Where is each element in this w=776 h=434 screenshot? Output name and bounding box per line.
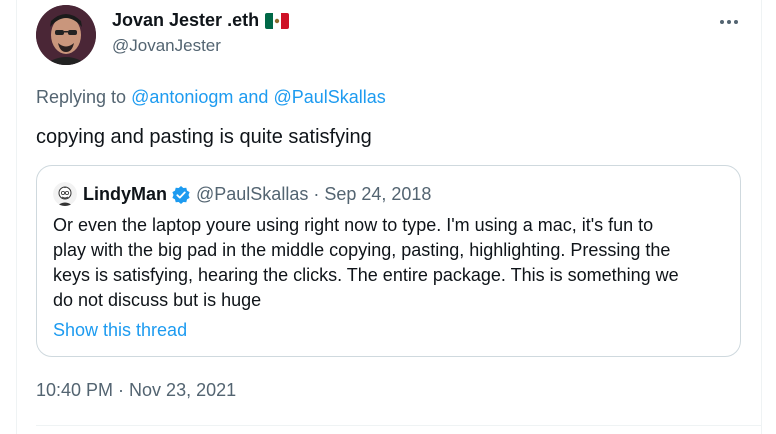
replying-conjunction[interactable]: and	[233, 87, 273, 107]
quote-text-line: do not discuss but is huge	[53, 290, 262, 310]
replying-prefix: Replying to	[36, 87, 132, 107]
tweet-timestamp[interactable]: 10:40 PM · Nov 23, 2021	[36, 380, 236, 401]
quote-author-name: LindyMan	[83, 184, 167, 204]
author-handle[interactable]: @JovanJester	[112, 36, 221, 56]
quote-text-line: Or even the laptop youre using right now…	[53, 215, 654, 235]
quote-author-avatar	[53, 182, 77, 206]
quote-meta: @PaulSkallas · Sep 24, 2018	[196, 184, 432, 204]
quote-header: LindyMan @PaulSkallas · Sep 24, 2018	[83, 184, 431, 205]
quote-text-line: keys is satisfying, hearing the clicks. …	[53, 265, 679, 285]
more-horizontal-icon	[719, 12, 739, 30]
author-avatar[interactable]	[36, 5, 96, 65]
quote-text: Or even the laptop youre using right now…	[53, 213, 733, 313]
author-name[interactable]: Jovan Jester .eth	[112, 10, 290, 31]
show-thread-link[interactable]: Show this thread	[53, 320, 187, 341]
mexico-flag-icon	[265, 12, 290, 29]
more-options-button[interactable]	[715, 10, 743, 32]
tweet-card: Jovan Jester .eth @JovanJester Replying …	[16, 0, 762, 434]
tweet-text: copying and pasting is quite satisfying	[36, 126, 372, 148]
divider	[36, 425, 761, 426]
quoted-tweet[interactable]: LindyMan @PaulSkallas · Sep 24, 2018 Or …	[36, 165, 741, 357]
quote-text-line: play with the big pad in the middle copy…	[53, 240, 671, 260]
author-name-text: Jovan Jester .eth	[112, 10, 260, 30]
replying-to: Replying to @antoniogm and @PaulSkallas	[36, 87, 386, 108]
reply-user-link-antoniogm[interactable]: @antoniogm	[131, 87, 233, 107]
reply-user-link-paulskallas[interactable]: @PaulSkallas	[273, 87, 385, 107]
verified-badge-icon	[171, 185, 191, 205]
